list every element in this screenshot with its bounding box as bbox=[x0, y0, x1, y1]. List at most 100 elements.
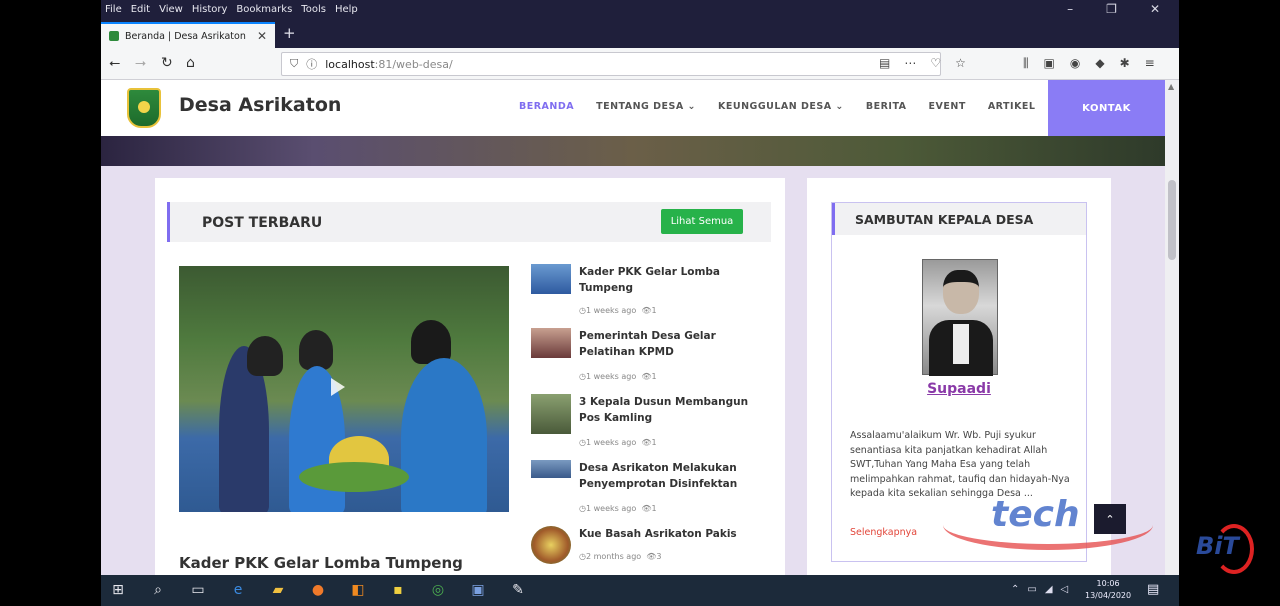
post-thumbnail[interactable] bbox=[531, 264, 571, 294]
paint-icon[interactable]: ✎ bbox=[509, 582, 527, 598]
post-views: 1 bbox=[651, 372, 657, 381]
post-time: 1 weeks ago bbox=[585, 438, 637, 447]
extension-icon[interactable]: ◆ bbox=[1095, 56, 1104, 71]
chevron-up-icon: ⌃ bbox=[1105, 512, 1115, 526]
village-logo-icon[interactable] bbox=[127, 88, 161, 128]
list-item[interactable]: Kader PKK Gelar Lomba Tumpeng ◷1 weeks a… bbox=[531, 264, 761, 324]
eye-icon: 👁 bbox=[641, 504, 652, 513]
forward-icon[interactable]: ⭢ bbox=[135, 55, 146, 71]
menu-bookmarks[interactable]: Bookmarks bbox=[236, 4, 292, 15]
post-time: 1 weeks ago bbox=[585, 306, 637, 315]
chevron-up-icon[interactable]: ⌃ bbox=[1011, 584, 1019, 595]
menu-help[interactable]: Help bbox=[335, 4, 358, 15]
pocket-icon[interactable]: ♡ bbox=[930, 56, 941, 70]
kepala-desa-name[interactable]: Supaadi bbox=[832, 381, 1086, 397]
bit-channel-logo: BiT bbox=[1196, 522, 1256, 580]
taskbar-clock[interactable]: 10:06 13/04/2020 bbox=[1085, 578, 1131, 602]
sidebar-icon[interactable]: ▣ bbox=[1044, 56, 1055, 71]
scroll-top-button[interactable]: ⌃ bbox=[1094, 504, 1126, 534]
nav-tentang-desa[interactable]: TENTANG DESA ⌄ bbox=[596, 101, 696, 112]
sticky-notes-icon[interactable]: ▪ bbox=[389, 582, 407, 598]
task-view-icon[interactable]: ▭ bbox=[189, 582, 207, 598]
account-icon[interactable]: ◉ bbox=[1070, 56, 1080, 71]
menu-history[interactable]: History bbox=[192, 4, 228, 15]
nav-keunggulan-desa[interactable]: KEUNGGULAN DESA ⌄ bbox=[718, 101, 844, 112]
maximize-icon[interactable]: ❐ bbox=[1106, 2, 1117, 16]
favicon-icon bbox=[109, 31, 119, 41]
nav-berita[interactable]: BERITA bbox=[866, 101, 907, 112]
scroll-thumb[interactable] bbox=[1168, 180, 1176, 260]
close-icon[interactable]: ✕ bbox=[1150, 2, 1160, 16]
url-bar[interactable]: ⛉ ⓘ localhost:81/web-desa/ bbox=[281, 52, 941, 76]
clock-icon: ◷ bbox=[579, 372, 586, 381]
post-title[interactable]: Desa Asrikaton Melakukan Penyemprotan Di… bbox=[579, 460, 759, 492]
sambutan-header: SAMBUTAN KEPALA DESA bbox=[832, 203, 1086, 235]
post-title[interactable]: Kue Basah Asrikaton Pakis bbox=[579, 526, 759, 542]
chrome-icon[interactable]: ◎ bbox=[429, 582, 447, 598]
post-thumbnail[interactable] bbox=[531, 394, 571, 434]
post-meta: ◷1 weeks ago 👁1 bbox=[579, 438, 657, 447]
post-title[interactable]: Kader PKK Gelar Lomba Tumpeng bbox=[579, 264, 759, 296]
home-icon[interactable]: ⌂ bbox=[186, 55, 195, 71]
menu-tools[interactable]: Tools bbox=[301, 4, 326, 15]
edge-icon[interactable]: e bbox=[229, 582, 247, 598]
start-icon[interactable]: ⊞ bbox=[109, 582, 127, 598]
chevron-down-icon: ⌄ bbox=[687, 101, 697, 112]
featured-post-title[interactable]: Kader PKK Gelar Lomba Tumpeng bbox=[179, 554, 463, 572]
kontak-button[interactable]: KONTAK bbox=[1048, 80, 1165, 136]
volume-icon[interactable]: ◁ bbox=[1061, 584, 1069, 595]
tab-close-icon[interactable]: ✕ bbox=[257, 29, 267, 43]
play-icon[interactable] bbox=[331, 378, 345, 396]
scroll-up-icon[interactable]: ▲ bbox=[1168, 82, 1174, 91]
list-item[interactable]: 3 Kepala Dusun Membangun Pos Kamling ◷1 … bbox=[531, 394, 761, 454]
file-explorer-icon[interactable]: ▰ bbox=[269, 582, 287, 598]
menu-view[interactable]: View bbox=[159, 4, 183, 15]
new-tab-icon[interactable]: + bbox=[283, 24, 296, 42]
featured-post-image[interactable] bbox=[179, 266, 509, 512]
bit-logo-text: BiT bbox=[1196, 532, 1239, 560]
url-host: localhost bbox=[325, 57, 375, 71]
menu-edit[interactable]: Edit bbox=[131, 4, 150, 15]
read-more-link[interactable]: Selengkapnya bbox=[850, 527, 917, 538]
site-header: Desa Asrikaton BERANDA TENTANG DESA ⌄ KE… bbox=[101, 80, 1165, 136]
post-meta: ◷1 weeks ago 👁1 bbox=[579, 504, 657, 513]
info-icon[interactable]: ⓘ bbox=[306, 56, 317, 72]
battery-icon[interactable]: ▭ bbox=[1027, 584, 1036, 595]
back-icon[interactable]: ⭠ bbox=[109, 55, 120, 71]
menu-file[interactable]: File bbox=[105, 4, 122, 15]
post-title[interactable]: Pemerintah Desa Gelar Pelatihan KPMD bbox=[579, 328, 759, 360]
list-item[interactable]: Kue Basah Asrikaton Pakis ◷2 months ago … bbox=[531, 526, 761, 575]
post-thumbnail[interactable] bbox=[531, 526, 571, 564]
hamburger-menu-icon[interactable]: ≡ bbox=[1145, 56, 1155, 71]
site-name[interactable]: Desa Asrikaton bbox=[179, 94, 341, 116]
post-thumbnail[interactable] bbox=[531, 328, 571, 358]
firefox-icon[interactable]: ● bbox=[309, 582, 327, 598]
shield-icon[interactable]: ⛉ bbox=[290, 57, 298, 71]
nav-beranda[interactable]: BERANDA bbox=[519, 101, 574, 112]
sublime-icon[interactable]: ◧ bbox=[349, 582, 367, 598]
clock-icon: ◷ bbox=[579, 552, 586, 561]
list-item[interactable]: Pemerintah Desa Gelar Pelatihan KPMD ◷1 … bbox=[531, 328, 761, 388]
eye-icon: 👁 bbox=[641, 438, 652, 447]
library-icon[interactable]: ⫼ bbox=[1023, 56, 1029, 71]
app-icon[interactable]: ▣ bbox=[469, 582, 487, 598]
page-actions-icon[interactable]: ⋯ bbox=[904, 56, 916, 70]
search-icon[interactable]: ⌕ bbox=[149, 582, 167, 598]
addon-icon[interactable]: ✱ bbox=[1120, 56, 1130, 71]
tab-beranda[interactable]: Beranda | Desa Asrikaton ✕ bbox=[101, 22, 275, 48]
post-thumbnail[interactable] bbox=[531, 460, 571, 478]
nav-event[interactable]: EVENT bbox=[929, 101, 966, 112]
post-title[interactable]: 3 Kepala Dusun Membangun Pos Kamling bbox=[579, 394, 759, 426]
minimize-icon[interactable]: – bbox=[1067, 2, 1073, 16]
url-path: :81/web-desa/ bbox=[374, 57, 453, 71]
nav-artikel[interactable]: ARTIKEL bbox=[988, 101, 1036, 112]
post-meta: ◷2 months ago 👁3 bbox=[579, 552, 662, 561]
page-scrollbar[interactable]: ▲ bbox=[1165, 80, 1179, 575]
list-item[interactable]: Desa Asrikaton Melakukan Penyemprotan Di… bbox=[531, 460, 761, 520]
reader-view-icon[interactable]: ▤ bbox=[879, 56, 890, 70]
network-icon[interactable]: ◢ bbox=[1045, 584, 1053, 595]
notification-icon[interactable]: ▤ bbox=[1147, 582, 1159, 597]
bookmark-star-icon[interactable]: ☆ bbox=[955, 56, 966, 70]
see-all-button[interactable]: Lihat Semua bbox=[661, 209, 743, 234]
reload-icon[interactable]: ↻ bbox=[161, 55, 173, 71]
